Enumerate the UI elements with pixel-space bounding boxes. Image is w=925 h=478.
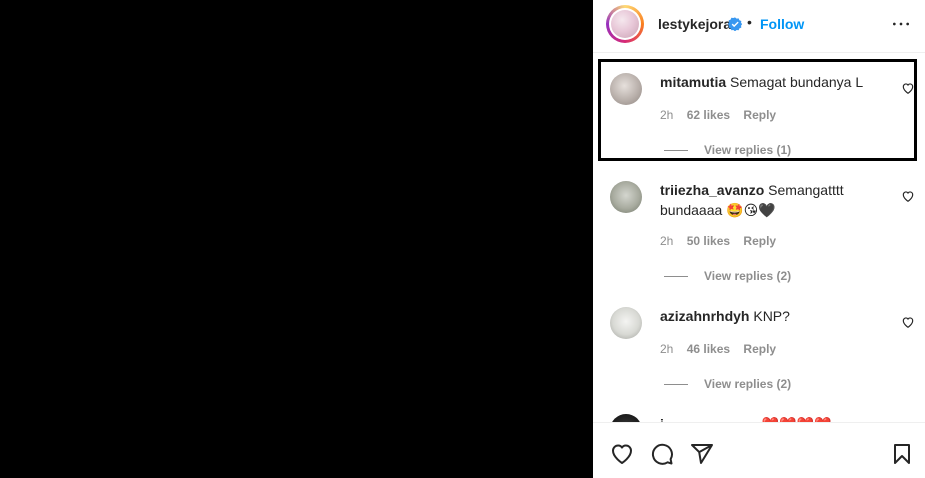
separator-dot: •: [747, 14, 752, 30]
comment-icon[interactable]: [650, 442, 674, 466]
post-media[interactable]: [0, 0, 593, 478]
reply-button[interactable]: Reply: [743, 342, 776, 356]
comment-time: 2h: [660, 108, 674, 122]
like-comment-heart-icon[interactable]: [901, 315, 915, 329]
like-comment-heart-icon[interactable]: [901, 81, 915, 95]
comment-text: azizahnrhdyh KNP?: [660, 306, 890, 326]
comment-body: Semagat bundanya L: [730, 74, 864, 90]
comment-body: KNP?: [753, 308, 790, 324]
commenter-username[interactable]: mitamutia: [660, 74, 726, 90]
comment-time: 2h: [660, 234, 674, 248]
commenter-avatar[interactable]: [610, 307, 642, 339]
comment-text: mitamutia Semagat bundanya L: [660, 72, 890, 92]
view-replies-button[interactable]: View replies (2): [664, 377, 791, 391]
comment-meta: 2h 50 likes Reply: [660, 234, 786, 248]
replies-divider: [664, 150, 688, 152]
commenter-avatar[interactable]: [610, 181, 642, 213]
commenter-avatar[interactable]: [610, 73, 642, 105]
share-icon[interactable]: [690, 442, 714, 466]
author-username[interactable]: lestykejora: [658, 16, 731, 32]
comment-meta: 2h 62 likes Reply: [660, 108, 786, 122]
comment-likes[interactable]: 50 likes: [687, 234, 730, 248]
like-comment-heart-icon[interactable]: [901, 189, 915, 203]
comment-text: triiezha_avanzo Semangatttt bundaaaa 🤩😘🖤: [660, 180, 890, 220]
commenter-username[interactable]: azizahnrhdyh: [660, 308, 749, 324]
comment-likes[interactable]: 46 likes: [687, 342, 730, 356]
comment-likes[interactable]: 62 likes: [687, 108, 730, 122]
heart-icon[interactable]: [610, 442, 634, 466]
post-header: lestykejora • Follow: [593, 0, 925, 53]
follow-button[interactable]: Follow: [760, 16, 804, 32]
action-bar: [593, 422, 925, 478]
reply-button[interactable]: Reply: [743, 234, 776, 248]
comment-time: 2h: [660, 342, 674, 356]
author-avatar[interactable]: [606, 5, 644, 43]
verified-badge-icon: [728, 17, 742, 31]
comments-panel: lestykejora • Follow mitamutia Semagat b…: [593, 0, 925, 478]
comment-meta: 2h 46 likes Reply: [660, 342, 786, 356]
view-replies-button[interactable]: View replies (1): [664, 143, 791, 157]
replies-divider: [664, 384, 688, 386]
bookmark-icon[interactable]: [890, 442, 914, 466]
commenter-username[interactable]: triiezha_avanzo: [660, 182, 764, 198]
more-options-icon[interactable]: [891, 14, 911, 34]
reply-button[interactable]: Reply: [743, 108, 776, 122]
view-replies-button[interactable]: View replies (2): [664, 269, 791, 283]
replies-divider: [664, 276, 688, 278]
